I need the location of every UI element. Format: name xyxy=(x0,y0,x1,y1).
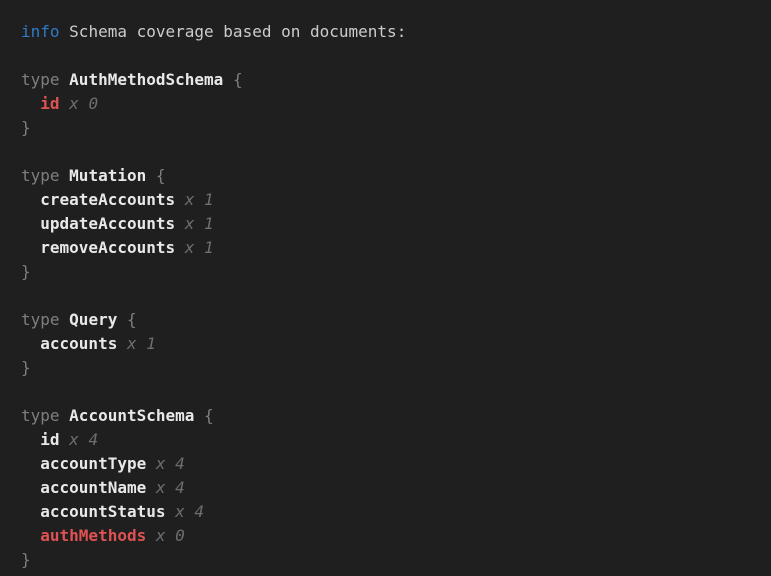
usage-multiplier: x xyxy=(127,334,137,353)
field-line: accounts x 1 xyxy=(21,332,755,356)
field-name: authMethods xyxy=(40,526,146,545)
usage-multiplier: x xyxy=(175,502,185,521)
usage-count: 4 xyxy=(194,502,204,521)
usage-count: 4 xyxy=(88,430,98,449)
spacer-line xyxy=(21,284,755,308)
usage-multiplier: x xyxy=(69,430,79,449)
usage-count: 1 xyxy=(204,190,214,209)
info-label: info xyxy=(21,22,60,41)
usage-count: 0 xyxy=(175,526,185,545)
usage-multiplier: x xyxy=(156,526,166,545)
type-name: Mutation xyxy=(69,166,146,185)
usage-count: 4 xyxy=(175,454,185,473)
type-header-line: type Query { xyxy=(21,308,755,332)
close-brace: } xyxy=(21,118,31,137)
open-brace: { xyxy=(204,406,214,425)
field-line: accountName x 4 xyxy=(21,476,755,500)
close-brace: } xyxy=(21,358,31,377)
usage-multiplier: x xyxy=(69,94,79,113)
field-line: createAccounts x 1 xyxy=(21,188,755,212)
terminal-output: info Schema coverage based on documents:… xyxy=(0,0,771,576)
usage-count: 0 xyxy=(88,94,98,113)
type-header-line: type AuthMethodSchema { xyxy=(21,68,755,92)
close-brace: } xyxy=(21,550,31,569)
usage-multiplier: x xyxy=(185,214,195,233)
field-name: accountType xyxy=(40,454,146,473)
field-line: accountType x 4 xyxy=(21,452,755,476)
usage-multiplier: x xyxy=(156,454,166,473)
usage-count: 1 xyxy=(204,238,214,257)
field-line: id x 4 xyxy=(21,428,755,452)
closing-brace-line: } xyxy=(21,260,755,284)
type-name: AuthMethodSchema xyxy=(69,70,223,89)
usage-count: 1 xyxy=(204,214,214,233)
type-keyword: type xyxy=(21,310,60,329)
usage-count: 4 xyxy=(175,478,185,497)
info-message: Schema coverage based on documents: xyxy=(69,22,406,41)
field-name: removeAccounts xyxy=(40,238,175,257)
usage-multiplier: x xyxy=(185,190,195,209)
field-line: removeAccounts x 1 xyxy=(21,236,755,260)
usage-count: 1 xyxy=(146,334,156,353)
field-line: id x 0 xyxy=(21,92,755,116)
close-brace: } xyxy=(21,262,31,281)
usage-multiplier: x xyxy=(156,478,166,497)
field-line: updateAccounts x 1 xyxy=(21,212,755,236)
type-header-line: type AccountSchema { xyxy=(21,404,755,428)
type-keyword: type xyxy=(21,166,60,185)
type-keyword: type xyxy=(21,406,60,425)
open-brace: { xyxy=(127,310,137,329)
spacer-line xyxy=(21,380,755,404)
field-name: accounts xyxy=(40,334,117,353)
field-name: accountStatus xyxy=(40,502,165,521)
field-name: id xyxy=(40,94,59,113)
field-name: accountName xyxy=(40,478,146,497)
field-name: updateAccounts xyxy=(40,214,175,233)
usage-multiplier: x xyxy=(185,238,195,257)
info-line: info Schema coverage based on documents: xyxy=(21,20,755,44)
field-line: accountStatus x 4 xyxy=(21,500,755,524)
open-brace: { xyxy=(156,166,166,185)
type-header-line: type Mutation { xyxy=(21,164,755,188)
spacer-line xyxy=(21,140,755,164)
field-name: createAccounts xyxy=(40,190,175,209)
type-name: AccountSchema xyxy=(69,406,194,425)
open-brace: { xyxy=(233,70,243,89)
type-name: Query xyxy=(69,310,117,329)
closing-brace-line: } xyxy=(21,548,755,572)
spacer-line xyxy=(21,44,755,68)
field-name: id xyxy=(40,430,59,449)
closing-brace-line: } xyxy=(21,116,755,140)
closing-brace-line: } xyxy=(21,356,755,380)
field-line: authMethods x 0 xyxy=(21,524,755,548)
type-keyword: type xyxy=(21,70,60,89)
